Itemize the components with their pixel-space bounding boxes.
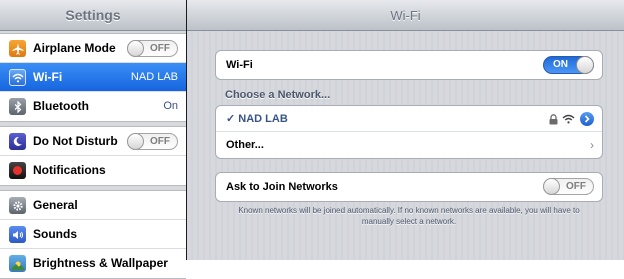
sidebar-item-general[interactable]: General: [0, 191, 186, 220]
sidebar-item-do-not-disturb[interactable]: Do Not Disturb OFF: [0, 127, 186, 156]
other-network-label: Other...: [226, 139, 264, 151]
toggle-knob: [127, 40, 144, 57]
sidebar-item-label: Brightness & Wallpaper: [33, 256, 168, 270]
do-not-disturb-toggle[interactable]: OFF: [127, 133, 178, 150]
airplane-mode-toggle[interactable]: OFF: [127, 40, 178, 57]
wifi-toggle-row: Wi-Fi ON: [216, 51, 602, 79]
sidebar-group-notifications: Do Not Disturb OFF Notifications: [0, 126, 186, 186]
toggle-knob: [543, 178, 560, 195]
sidebar-item-label: Notifications: [33, 163, 106, 177]
moon-icon: [9, 133, 26, 150]
ask-to-join-label: Ask to Join Networks: [226, 181, 338, 193]
wifi-icon: [9, 69, 26, 86]
wifi-signal-icon: [562, 114, 575, 125]
sidebar-item-wifi[interactable]: Wi-Fi NAD LAB: [0, 63, 186, 92]
sidebar-item-notifications[interactable]: Notifications: [0, 156, 186, 185]
toggle-state: OFF: [150, 43, 170, 54]
toggle-knob: [127, 133, 144, 150]
sidebar-item-label: Airplane Mode: [33, 41, 116, 55]
ask-to-join-footnote: Known networks will be joined automatica…: [238, 206, 580, 226]
wifi-detail-pane: Wi-Fi Wi-Fi ON Choose a Network... ✓ NAD…: [187, 0, 624, 260]
sidebar-item-label: Bluetooth: [33, 99, 89, 113]
notifications-icon: [9, 162, 26, 179]
wifi-toggle-card: Wi-Fi ON: [215, 50, 603, 80]
sidebar-item-value: NAD LAB: [130, 71, 178, 83]
ask-to-join-row: Ask to Join Networks OFF: [216, 173, 602, 201]
ask-to-join-card: Ask to Join Networks OFF: [215, 172, 603, 202]
speaker-icon: [9, 226, 26, 243]
toggle-state: OFF: [150, 136, 170, 147]
sidebar-item-brightness-wallpaper[interactable]: Brightness & Wallpaper: [0, 249, 186, 278]
network-status-icons: [548, 112, 594, 126]
page-title: Wi-Fi: [187, 0, 624, 31]
sidebar-item-label: General: [33, 198, 78, 212]
network-list-card: ✓ NAD LAB Other... ›: [215, 105, 603, 159]
sidebar-group-connectivity: Airplane Mode OFF Wi-Fi NAD LAB Bluetoot…: [0, 33, 186, 122]
gear-icon: [9, 197, 26, 214]
toggle-state: ON: [553, 59, 568, 70]
sidebar-item-label: Wi-Fi: [33, 70, 63, 84]
info-disclosure-icon[interactable]: [580, 112, 594, 126]
wifi-toggle[interactable]: ON: [543, 56, 594, 74]
sidebar-item-bluetooth[interactable]: Bluetooth On: [0, 92, 186, 121]
toggle-knob: [576, 56, 594, 74]
toggle-state: OFF: [566, 181, 586, 192]
lock-icon: [548, 113, 559, 126]
choose-network-header: Choose a Network...: [225, 89, 331, 101]
sidebar-group-general: General Sounds Brightness & Wallpaper: [0, 190, 186, 279]
wifi-toggle-label: Wi-Fi: [226, 59, 253, 71]
network-row-nad-lab[interactable]: ✓ NAD LAB: [216, 106, 602, 132]
network-row-other[interactable]: Other... ›: [216, 132, 602, 158]
sidebar-item-value: On: [163, 100, 178, 112]
sidebar-item-label: Do Not Disturb: [33, 134, 118, 148]
sidebar-item-airplane-mode[interactable]: Airplane Mode OFF: [0, 34, 186, 63]
bluetooth-icon: [9, 98, 26, 115]
sidebar-item-sounds[interactable]: Sounds: [0, 220, 186, 249]
sidebar-item-label: Sounds: [33, 227, 77, 241]
airplane-icon: [9, 40, 26, 57]
sidebar-title: Settings: [0, 0, 186, 31]
chevron-right-icon: ›: [590, 138, 594, 152]
brightness-icon: [9, 255, 26, 272]
settings-sidebar: Settings Airplane Mode OFF Wi-Fi NAD LAB…: [0, 0, 187, 279]
ask-to-join-toggle[interactable]: OFF: [543, 178, 594, 195]
network-name: ✓ NAD LAB: [226, 113, 288, 125]
